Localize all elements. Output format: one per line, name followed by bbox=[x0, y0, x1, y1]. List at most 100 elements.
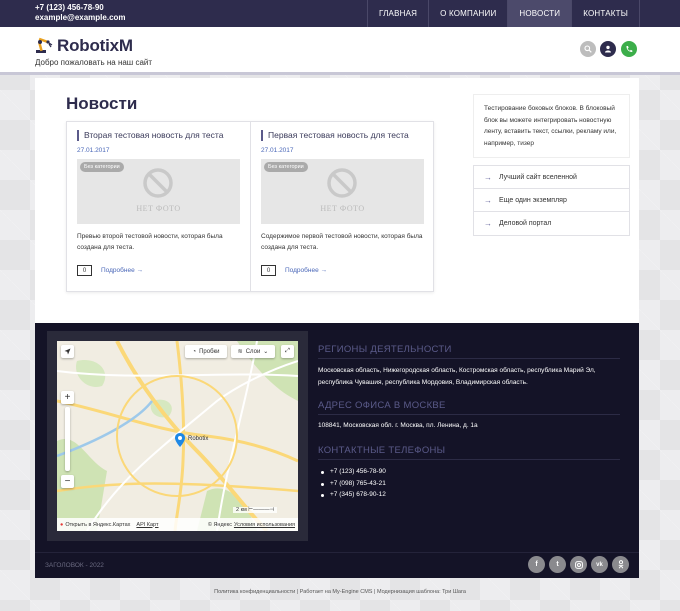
expand-icon: ⤢ bbox=[285, 348, 290, 354]
yandex-map[interactable]: ◔ Пробки ≋ Слои ⌄ ⤢ + − Robotix 2 км ⊢———⊣ bbox=[57, 341, 298, 531]
traffic-label: Пробки bbox=[199, 348, 220, 355]
zoom-slider[interactable] bbox=[65, 407, 70, 471]
read-more-link[interactable]: Подробнее → bbox=[285, 267, 327, 274]
api-maps-link[interactable]: API Карт bbox=[136, 522, 158, 528]
phone-icon bbox=[626, 46, 633, 53]
news-footer: 0 Подробнее → bbox=[77, 265, 143, 276]
news-image-placeholder[interactable]: Без категории НЕТ ФОТО bbox=[77, 159, 240, 224]
sidebar-link[interactable]: → Деловой портал bbox=[474, 212, 629, 235]
news-image-placeholder[interactable]: Без категории НЕТ ФОТО bbox=[261, 159, 424, 224]
minus-icon: − bbox=[64, 476, 71, 487]
nav-item-about[interactable]: О КОМПАНИИ bbox=[428, 0, 507, 27]
news-card: Вторая тестовая новость для теста 27.01.… bbox=[67, 122, 250, 291]
phones-heading: КОНТАКТНЫЕ ТЕЛЕФОНЫ bbox=[318, 445, 446, 456]
logo-text[interactable]: RobotixM bbox=[57, 36, 133, 56]
news-list: Вторая тестовая новость для теста 27.01.… bbox=[66, 121, 434, 292]
top-contacts: +7 (123) 456-78-90 example@example.com bbox=[35, 3, 126, 23]
phone-item[interactable]: +7 (123) 456-78-90 bbox=[318, 468, 386, 480]
layers-button[interactable]: ≋ Слои ⌄ bbox=[231, 345, 275, 358]
twitter-icon[interactable]: t bbox=[549, 556, 566, 573]
news-preview: Превью второй тестовой новости, которая … bbox=[77, 233, 223, 251]
user-icon bbox=[605, 45, 611, 53]
sidebar-links: → Лучший сайт вселенной → Еще один экземпл… bbox=[473, 165, 630, 236]
nav-item-home[interactable]: ГЛАВНАЯ bbox=[367, 0, 428, 27]
layers-label: Слои bbox=[245, 348, 261, 355]
tagline: Добро пожаловать на наш сайт bbox=[35, 58, 153, 67]
robot-arm-logo-icon[interactable] bbox=[35, 36, 55, 54]
sidebar-link-label: Еще один экземпляр bbox=[499, 196, 567, 204]
top-email[interactable]: example@example.com bbox=[35, 13, 126, 23]
comment-count[interactable]: 0 bbox=[77, 265, 92, 276]
terms-link[interactable]: Условия использования bbox=[234, 522, 295, 528]
odnoklassniki-icon[interactable] bbox=[612, 556, 629, 573]
arrow-right-icon: → bbox=[484, 172, 492, 182]
search-button[interactable] bbox=[580, 41, 596, 57]
news-date: 27.01.2017 bbox=[77, 147, 110, 154]
map-scale: 2 км ⊢———⊣ bbox=[233, 507, 278, 513]
no-photo-text: НЕТ ФОТО bbox=[320, 204, 365, 213]
chevron-down-icon: ⌄ bbox=[263, 349, 269, 355]
comment-count[interactable]: 0 bbox=[261, 265, 276, 276]
no-photo-icon bbox=[327, 168, 357, 198]
traffic-icon: ◔ bbox=[192, 348, 197, 355]
layers-icon: ≋ bbox=[237, 349, 243, 355]
site-footer: ◔ Пробки ≋ Слои ⌄ ⤢ + − Robotix 2 км ⊢———⊣ bbox=[35, 323, 639, 578]
comment-count-value: 0 bbox=[266, 267, 271, 274]
news-title[interactable]: Первая тестовая новость для теста bbox=[261, 130, 423, 141]
no-photo-text: НЕТ ФОТО bbox=[136, 204, 181, 213]
divider bbox=[318, 459, 620, 460]
vk-icon[interactable]: vk bbox=[591, 556, 608, 573]
zoom-out-button[interactable]: − bbox=[61, 475, 74, 488]
top-bar: +7 (123) 456-78-90 example@example.com Г… bbox=[0, 0, 680, 27]
facebook-icon[interactable]: f bbox=[528, 556, 545, 573]
news-date: 27.01.2017 bbox=[261, 147, 294, 154]
map-pin-icon: ● bbox=[60, 521, 64, 528]
search-icon bbox=[584, 45, 592, 53]
user-button[interactable] bbox=[600, 41, 616, 57]
news-footer: 0 Подробнее → bbox=[261, 265, 327, 276]
category-badge[interactable]: Без категории bbox=[264, 162, 308, 172]
fullscreen-button[interactable]: ⤢ bbox=[281, 345, 294, 358]
sidebar-link-label: Деловой портал bbox=[499, 220, 552, 227]
geolocation-button[interactable] bbox=[61, 345, 74, 358]
traffic-button[interactable]: ◔ Пробки bbox=[185, 345, 227, 358]
nav-item-news[interactable]: НОВОСТИ bbox=[507, 0, 572, 27]
sidebar-link-label: Лучший сайт вселенной bbox=[499, 173, 577, 181]
address-text: 108841, Московская обл. г. Москва, пл. Л… bbox=[318, 422, 478, 429]
no-photo-icon bbox=[143, 168, 173, 198]
nav-item-contacts[interactable]: КОНТАКТЫ bbox=[571, 0, 640, 27]
location-pin-icon[interactable] bbox=[175, 433, 185, 447]
main-nav: ГЛАВНАЯ О КОМПАНИИ НОВОСТИ КОНТАКТЫ bbox=[367, 0, 640, 27]
regions-text: Московская область, Нижегородская област… bbox=[318, 367, 596, 386]
instagram-icon[interactable] bbox=[570, 556, 587, 573]
sidebar-text-block: Тестирование боковых блоков. В блоковый … bbox=[473, 94, 630, 158]
map-attribution: ● Открыть в Яндекс.Картах API Карт © Янд… bbox=[57, 518, 298, 531]
phone-button[interactable] bbox=[621, 41, 637, 57]
location-arrow-icon bbox=[64, 348, 71, 355]
arrow-right-icon: → bbox=[484, 219, 492, 228]
regions-heading: РЕГИОНЫ ДЕЯТЕЛЬНОСТИ bbox=[318, 344, 452, 355]
divider bbox=[318, 358, 620, 359]
top-phone[interactable]: +7 (123) 456-78-90 bbox=[35, 3, 126, 13]
phone-item[interactable]: +7 (345) 678-90-12 bbox=[318, 491, 386, 503]
category-badge[interactable]: Без категории bbox=[80, 162, 124, 172]
map-frame: ◔ Пробки ≋ Слои ⌄ ⤢ + − Robotix 2 км ⊢———⊣ bbox=[47, 331, 308, 541]
news-card: Первая тестовая новость для теста 27.01.… bbox=[250, 122, 433, 291]
sidebar-link[interactable]: → Лучший сайт вселенной bbox=[474, 166, 629, 189]
main-content: Новости Вторая тестовая новость для тест… bbox=[35, 78, 639, 323]
map-marker-label: Robotix bbox=[188, 436, 209, 442]
open-in-yandex-link[interactable]: Открыть в Яндекс.Картах bbox=[65, 522, 130, 528]
divider bbox=[35, 552, 639, 553]
sidebar-link[interactable]: → Еще один экземпляр bbox=[474, 189, 629, 212]
zoom-in-button[interactable]: + bbox=[61, 391, 74, 404]
site-header: RobotixM Добро пожаловать на наш сайт bbox=[0, 27, 680, 75]
divider bbox=[318, 414, 620, 415]
news-title[interactable]: Вторая тестовая новость для теста bbox=[77, 130, 240, 141]
legal-links[interactable]: Политика конфиденциальности | Работает н… bbox=[0, 589, 680, 595]
copyright: ЗАГОЛОВОК - 2022 bbox=[45, 562, 104, 569]
news-preview: Содержимое первой тестовой новости, кото… bbox=[261, 233, 423, 251]
phone-item[interactable]: +7 (098) 765-43-21 bbox=[318, 480, 386, 492]
read-more-link[interactable]: Подробнее → bbox=[101, 267, 143, 274]
plus-icon: + bbox=[64, 392, 71, 403]
comment-count-value: 0 bbox=[82, 267, 87, 274]
